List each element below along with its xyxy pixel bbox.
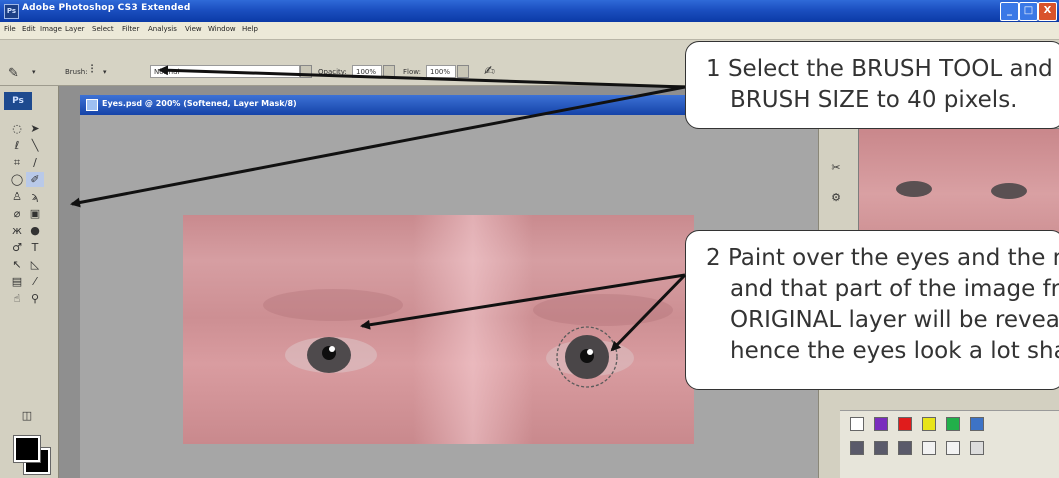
arrow-to-brush-tool — [70, 85, 686, 208]
annotation-arrows — [70, 65, 687, 352]
arrow-to-brush-size — [158, 65, 686, 89]
photoshop-screen: Ps Adobe Photoshop CS3 Extended _ □ X Fi… — [0, 0, 1059, 478]
arrow-to-left-eye — [360, 273, 686, 330]
